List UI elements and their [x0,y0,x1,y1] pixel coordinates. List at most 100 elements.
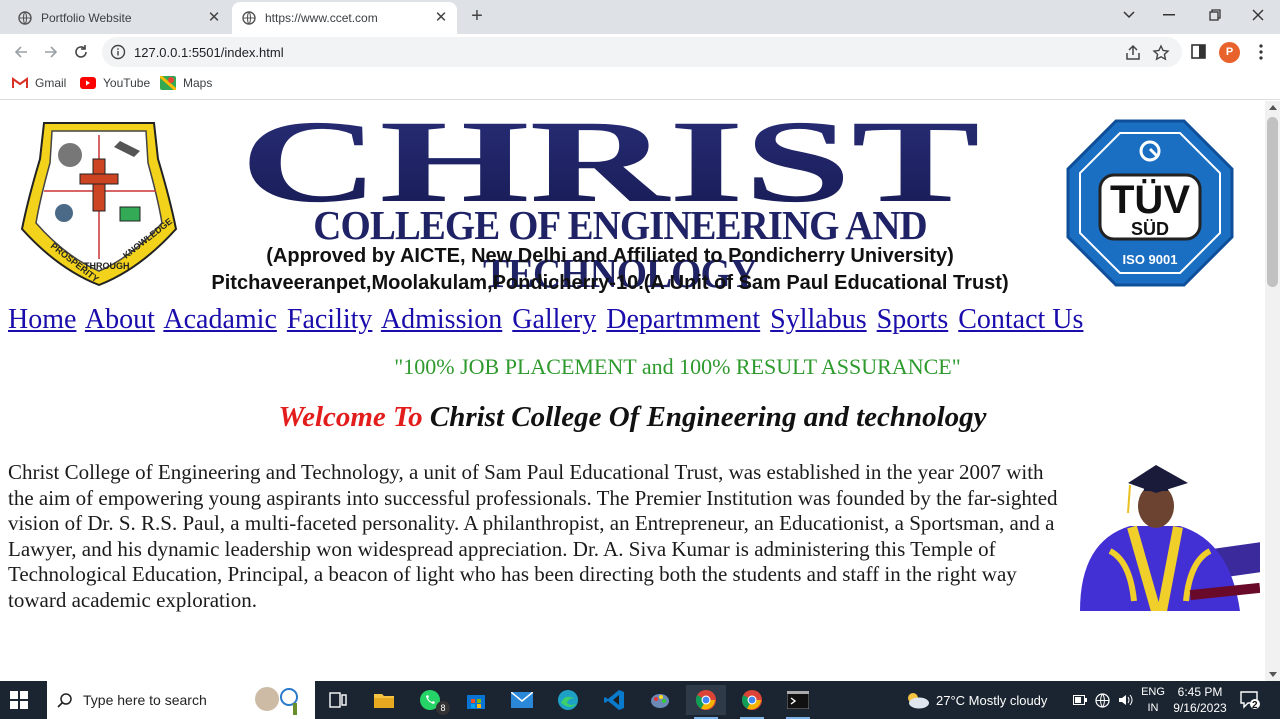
chrome-button-2[interactable] [732,685,772,719]
chrome-icon [741,690,762,710]
close-tab-icon[interactable]: ✕ [206,10,222,26]
reload-button[interactable] [68,39,94,65]
close-tab-icon[interactable]: ✕ [433,10,449,26]
maps-icon [160,76,176,90]
minimize-icon [1163,14,1175,16]
task-view-icon [329,692,347,708]
scroll-up-icon[interactable] [1269,105,1277,110]
scroll-down-icon[interactable] [1269,672,1277,677]
lang-line2: IN [1147,702,1159,714]
globe-icon [242,11,256,25]
back-button[interactable] [8,39,34,65]
restore-button[interactable] [1193,0,1237,30]
reload-icon [75,45,87,58]
tab-ccet[interactable]: https://www.ccet.com ✕ [232,2,457,34]
store-button[interactable] [456,685,496,715]
cloudy-weather-icon [908,693,929,709]
search-icon [57,693,72,708]
main-nav: Home About Acadamic Facility Admission G… [8,304,1086,336]
tab-portfolio[interactable]: Portfolio Website ✕ [8,2,230,34]
nav-home-link[interactable]: Home [8,304,76,335]
intro-paragraph: Christ College of Engineering and Techno… [8,460,1058,612]
welcome-heading: Welcome To Christ College Of Engineering… [0,401,1265,434]
paint-icon [651,694,669,708]
logo-text: CHRIST [240,111,980,211]
bookmark-label: Gmail [35,76,67,90]
volume-icon [1119,694,1133,706]
edge-button[interactable] [548,685,588,715]
tray-icons[interactable] [1073,681,1133,719]
bookmark-maps[interactable]: Maps [160,76,212,90]
vscode-button[interactable] [594,685,634,715]
page-viewport: PROSPERITY THROUGH KNOWLEDGE CHRIST COLL… [0,101,1265,681]
page-scrollbar[interactable] [1265,101,1280,681]
share-icon[interactable] [1124,44,1142,62]
file-explorer-button[interactable] [364,685,404,715]
address-line: Pitchaveeranpet,Moolakulam,Pondicherry-1… [211,272,1009,294]
youtube-icon [80,77,96,89]
chevron-down-icon [1123,11,1135,19]
nav-syllabus-link[interactable]: Syllabus [770,304,866,335]
close-window-button[interactable] [1236,0,1280,30]
bookmark-gmail[interactable]: Gmail [12,76,66,90]
terminal-button[interactable] [778,685,818,719]
bookmark-youtube[interactable]: YouTube [80,76,150,90]
bookmark-label: Maps [183,76,213,90]
nav-gallery-link[interactable]: Gallery [512,304,596,335]
minimize-button[interactable] [1147,0,1191,30]
url-text[interactable]: 127.0.0.1:5501/index.html [134,45,284,60]
forward-button[interactable] [38,39,64,65]
forward-arrow-icon [45,46,58,58]
chrome-icon [695,690,716,710]
notification-center-button[interactable]: 2 [1240,681,1260,719]
settings-app-button[interactable] [640,685,680,715]
lang-line1: ENG [1141,686,1165,698]
nav-about-link[interactable]: About [85,304,155,335]
tab-title: Portfolio Website [41,11,132,25]
search-highlight-icon [255,687,298,715]
windows-start-icon[interactable] [10,691,28,709]
taskbar-search-box[interactable]: Type here to search [47,681,315,719]
welcome-prefix: Welcome To [278,401,423,433]
edge-icon [558,690,578,710]
input-language[interactable]: ENG IN [1138,684,1168,716]
mail-button[interactable] [502,685,542,715]
clock[interactable]: 6:45 PM 9/16/2023 [1170,684,1230,716]
star-icon[interactable] [1152,44,1170,62]
address-bar[interactable]: 127.0.0.1:5501/index.html [102,37,1182,67]
nav-sports-link[interactable]: Sports [877,304,949,335]
side-panel-icon[interactable] [1190,43,1208,61]
clock-time: 6:45 PM [1177,685,1223,699]
vscode-icon [604,690,624,710]
weather-text: 27°C Mostly cloudy [936,692,1048,708]
notification-count: 2 [1252,700,1258,711]
scroll-thumb[interactable] [1267,117,1278,287]
tuv-sub: SÜD [1131,219,1169,239]
tab-search-button[interactable] [1107,0,1151,30]
profile-avatar[interactable]: P [1219,42,1240,63]
nav-academic-link[interactable]: Acadamic [163,304,277,335]
weather-widget[interactable]: 27°C Mostly cloudy [904,681,1047,719]
store-icon [467,695,485,709]
taskbar: Type here to search 8 27°C Mostly cloudy [0,681,1280,719]
nav-facility-link[interactable]: Facility [287,304,373,335]
bookmark-label: YouTube [103,76,151,90]
nav-contact-link[interactable]: Contact Us [958,304,1083,335]
mail-icon [511,692,533,708]
bookmarks-bar: Gmail YouTube Maps [0,70,1280,100]
whatsapp-button[interactable]: 8 [410,685,450,715]
battery-icon [1073,695,1087,705]
info-icon[interactable] [110,44,126,60]
browser-toolbar: 127.0.0.1:5501/index.html P [0,34,1280,70]
nav-admission-link[interactable]: Admission [381,304,502,335]
welcome-college: Christ College Of Engineering and techno… [429,401,987,433]
principal-photo [1080,465,1260,611]
christ-wordmark: CHRIST [240,111,980,211]
new-tab-button[interactable]: + [464,4,490,30]
nav-department-link[interactable]: Departmment [606,304,760,335]
approval-line: (Approved by AICTE, New Delhi and Affili… [266,245,954,267]
task-view-button[interactable] [318,685,358,715]
network-globe-icon [1095,692,1110,708]
more-menu-icon[interactable] [1252,43,1270,61]
chrome-button-1[interactable] [686,685,726,719]
